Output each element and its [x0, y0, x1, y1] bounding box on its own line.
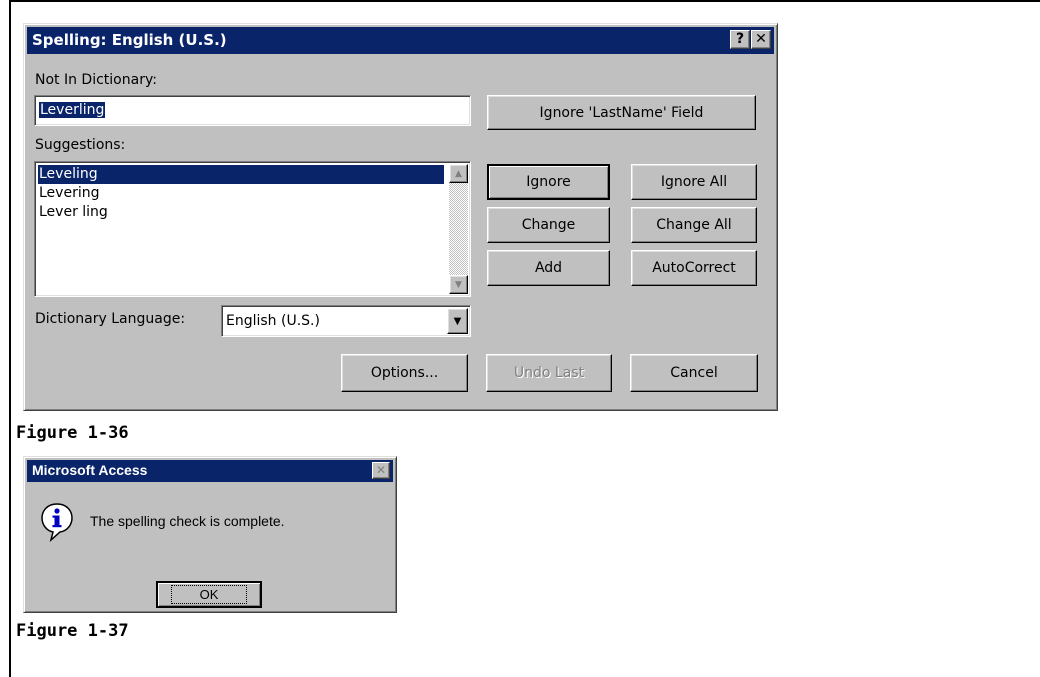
change-button[interactable]: Change — [487, 207, 610, 243]
suggestion-item[interactable]: Lever ling — [38, 203, 444, 222]
figure-caption-1-36: Figure 1-36 — [16, 423, 129, 443]
spelling-dialog-title: Spelling: English (U.S.) — [32, 31, 227, 49]
suggestions-label: Suggestions: — [35, 137, 126, 153]
spelling-dialog: Spelling: English (U.S.) ? ✕ Not In Dict… — [23, 23, 778, 411]
not-in-dictionary-value: Leverling — [39, 102, 106, 118]
change-all-button[interactable]: Change All — [631, 207, 757, 243]
message-box-close-button[interactable]: ✕ — [372, 462, 390, 479]
suggestions-list[interactable]: Leveling Levering Lever ling ▲ ▼ — [34, 161, 471, 297]
add-button[interactable]: Add — [487, 250, 610, 286]
ignore-button[interactable]: Ignore — [487, 164, 610, 200]
ok-label: OK — [170, 585, 248, 604]
ignore-all-button[interactable]: Ignore All — [631, 164, 757, 200]
ignore-lastname-field-button[interactable]: Ignore 'LastName' Field — [487, 95, 756, 130]
information-icon — [39, 501, 75, 543]
ok-button[interactable]: OK — [156, 581, 262, 608]
help-button[interactable]: ? — [730, 30, 750, 49]
undo-last-button[interactable]: Undo Last — [486, 354, 612, 392]
dictionary-language-value: English (U.S.) — [226, 313, 320, 329]
message-box-title: Microsoft Access — [32, 462, 148, 478]
message-text: The spelling check is complete. — [90, 513, 285, 529]
dictionary-language-select[interactable]: English (U.S.) ▼ — [221, 305, 471, 337]
cancel-button[interactable]: Cancel — [630, 354, 758, 392]
scroll-down-button[interactable]: ▼ — [449, 275, 468, 294]
not-in-dictionary-field[interactable]: Leverling — [34, 95, 471, 126]
options-button[interactable]: Options... — [341, 354, 468, 392]
suggestion-item[interactable]: Levering — [38, 184, 444, 203]
spelling-titlebar: Spelling: English (U.S.) ? ✕ — [27, 27, 774, 54]
message-box: Microsoft Access ✕ The spelling check is… — [23, 456, 397, 613]
scroll-up-button[interactable]: ▲ — [449, 164, 468, 183]
dictionary-language-label: Dictionary Language: — [35, 311, 186, 327]
suggestions-scrollbar[interactable]: ▲ ▼ — [449, 164, 468, 294]
not-in-dictionary-label: Not In Dictionary: — [35, 72, 157, 88]
figure-caption-1-37: Figure 1-37 — [16, 621, 129, 641]
close-button[interactable]: ✕ — [751, 30, 771, 49]
message-box-titlebar: Microsoft Access ✕ — [27, 460, 393, 482]
suggestion-item[interactable]: Leveling — [38, 165, 444, 184]
chevron-down-icon[interactable]: ▼ — [447, 308, 468, 334]
autocorrect-button[interactable]: AutoCorrect — [631, 250, 757, 286]
